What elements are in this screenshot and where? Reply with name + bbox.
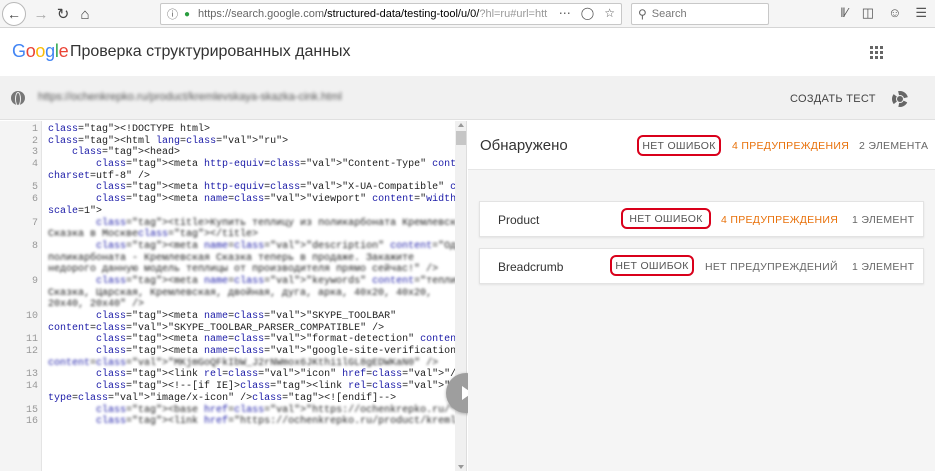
url-host: https://search.google.com	[198, 8, 325, 20]
line-code: class="tag"><meta http-equiv=class="val"…	[96, 159, 466, 171]
browser-right-tools: ‖⁄ ◫ ☺ ☰	[840, 5, 927, 21]
pocket-icon[interactable]: ◯	[581, 6, 594, 20]
line-number: 3	[31, 147, 38, 159]
breadcrumb-errors-badge: НЕТ ОШИБОК	[610, 255, 694, 276]
line-number: 7	[31, 217, 38, 229]
line-number: 15	[25, 404, 38, 416]
address-bar[interactable]: ⓘ ● https://search.google.com/structured…	[160, 3, 622, 25]
line-code: 20x40, 20x40" />	[48, 299, 145, 311]
app-header: Google Проверка структурированных данных	[0, 28, 935, 76]
line-code: class="tag"><link href="https://ochenkre…	[96, 416, 467, 428]
line-code: class="tag"><meta name=class="val">"SKYP…	[96, 311, 397, 322]
home-icon[interactable]: ⌂	[74, 3, 96, 25]
search-icon: ⚲	[638, 7, 647, 21]
line-code: type=class="val">"image/x-icon" />class=…	[48, 392, 397, 404]
line-number: 16	[25, 416, 38, 428]
scroll-thumb[interactable]	[456, 131, 466, 145]
line-code: class="tag"><meta name=class="val">"keyw…	[96, 275, 466, 287]
address-icons: ⋯ ◯ ☆	[559, 6, 615, 20]
url-path: /structured-data/testing-tool/u/0/	[324, 8, 480, 20]
result-row-product[interactable]: Product НЕТ ОШИБОК 4 ПРЕДУПРЕЖДЕНИЯ 1 ЭЛ…	[479, 201, 924, 237]
result-type-name: Product	[498, 213, 540, 227]
apps-grid-icon[interactable]	[870, 46, 883, 59]
line-number: 13	[25, 369, 38, 381]
result-type-name: Breadcrumb	[498, 260, 564, 274]
scroll-up-icon[interactable]	[458, 123, 464, 127]
breadcrumb-warnings: НЕТ ПРЕДУПРЕЖДЕНИЙ	[705, 261, 838, 273]
line-number: 12	[25, 346, 38, 358]
line-number: 1	[31, 124, 38, 135]
line-code: content=class="val">"SKYPE_TOOLBAR_PARSE…	[48, 322, 385, 334]
gear-icon[interactable]	[892, 91, 908, 107]
summary-errors-badge[interactable]: НЕТ ОШИБОК	[637, 135, 721, 156]
product-elements: 1 ЭЛЕМЕНТ	[852, 214, 915, 226]
line-code: class="tag"><html lang=class="val">"ru">	[48, 135, 289, 147]
product-errors-badge: НЕТ ОШИБОК	[621, 208, 711, 229]
results-summary: Обнаружено НЕТ ОШИБОК 4 ПРЕДУПРЕЖДЕНИЯ 2…	[468, 121, 935, 170]
line-number: 11	[25, 334, 38, 346]
results-panel: Обнаружено НЕТ ОШИБОК 4 ПРЕДУПРЕЖДЕНИЯ 2…	[468, 121, 935, 471]
address-text: https://search.google.com/structured-dat…	[198, 8, 548, 20]
line-number: 2	[31, 135, 38, 147]
breadcrumb-elements: 1 ЭЛЕМЕНТ	[852, 261, 915, 273]
line-code: class="tag"><title>Купить теплицу из пол…	[96, 217, 467, 229]
line-code: class="tag"><head>	[72, 147, 181, 159]
line-number: 5	[31, 182, 38, 194]
line-number: 9	[31, 275, 38, 287]
line-code: class="tag"><meta name=class="val">"goog…	[96, 346, 463, 358]
url-tail: ?hl=ru#url=http	[479, 8, 549, 20]
results-title: Обнаружено	[480, 137, 568, 154]
line-code: Сказка в Москвеclass="tag"></title>	[48, 229, 259, 241]
line-code: class="tag"><meta name=class="val">"desc…	[96, 240, 467, 252]
back-arrow-icon[interactable]: ←	[2, 2, 26, 26]
menu-icon[interactable]: ☰	[915, 5, 927, 21]
result-row-breadcrumb[interactable]: Breadcrumb НЕТ ОШИБОК НЕТ ПРЕДУПРЕЖДЕНИЙ…	[479, 248, 924, 284]
line-code: charset=utf-8" />	[48, 170, 151, 182]
line-code: class="tag"><base href=class="val">"http…	[96, 404, 467, 416]
line-code: scale=1">	[48, 205, 103, 217]
more-dots-icon[interactable]: ⋯	[559, 6, 571, 20]
create-test-button[interactable]: СОЗДАТЬ ТЕСТ	[790, 93, 876, 105]
search-placeholder: Search	[651, 8, 687, 20]
browser-toolbar: ← → ↻ ⌂ ⓘ ● https://search.google.com/st…	[0, 0, 935, 28]
library-icon[interactable]: ‖⁄	[840, 5, 848, 21]
line-code: class="tag"><link rel=class="val">"icon"…	[96, 369, 466, 381]
reload-icon[interactable]: ↻	[52, 3, 74, 25]
line-code: поликарбоната - Кремлевская Сказка тепер…	[48, 252, 415, 264]
product-warnings: 4 ПРЕДУПРЕЖДЕНИЯ	[721, 214, 839, 226]
sidebar-icon[interactable]: ◫	[862, 5, 874, 21]
line-code: недорого данную модель теплицы от произв…	[48, 264, 439, 276]
lock-icon: ●	[184, 8, 191, 20]
line-code: class="tag"><!DOCTYPE html>	[48, 124, 211, 135]
line-code: class="tag"><!--[if IE]>class="tag"><lin…	[96, 381, 466, 393]
summary-elements: 2 ЭЛЕМЕНТА	[859, 140, 929, 152]
line-code: class="tag"><meta name=class="val">"view…	[96, 194, 466, 206]
google-logo[interactable]: Google	[12, 41, 69, 62]
code-scrollbar[interactable]	[455, 121, 466, 471]
source-code-panel[interactable]: 1 class="tag"><!DOCTYPE html> 2 class="tag"…	[0, 121, 467, 471]
info-icon[interactable]: ⓘ	[167, 6, 178, 22]
line-number: 14	[25, 381, 38, 393]
line-code: content=class="val">"MKjmGoQFkIbW_J2rNWm…	[48, 357, 439, 369]
search-input[interactable]: ⚲ Search	[631, 3, 769, 25]
line-code: class="tag"><meta name=class="val">"form…	[96, 334, 466, 346]
page-title: Проверка структурированных данных	[70, 43, 351, 60]
tested-url-bar: https://ochenkrepko.ru/product/kremlevsk…	[0, 76, 935, 120]
globe-icon	[11, 91, 25, 106]
line-code: class="tag"><meta http-equiv=class="val"…	[96, 182, 466, 194]
account-icon[interactable]: ☺	[888, 5, 901, 21]
summary-warnings[interactable]: 4 ПРЕДУПРЕЖДЕНИЯ	[732, 140, 849, 152]
line-number: 6	[31, 194, 38, 206]
line-number: 4	[31, 159, 38, 171]
line-number: 8	[31, 240, 38, 252]
tested-url: https://ochenkrepko.ru/product/kremlevsk…	[38, 91, 342, 103]
line-number: 10	[25, 311, 38, 322]
forward-arrow-icon[interactable]: →	[30, 3, 52, 25]
bookmark-star-icon[interactable]: ☆	[604, 6, 615, 20]
scroll-down-icon[interactable]	[458, 465, 464, 469]
line-code: Сказка, Царская, Кремлевская, двойная, д…	[48, 287, 433, 299]
